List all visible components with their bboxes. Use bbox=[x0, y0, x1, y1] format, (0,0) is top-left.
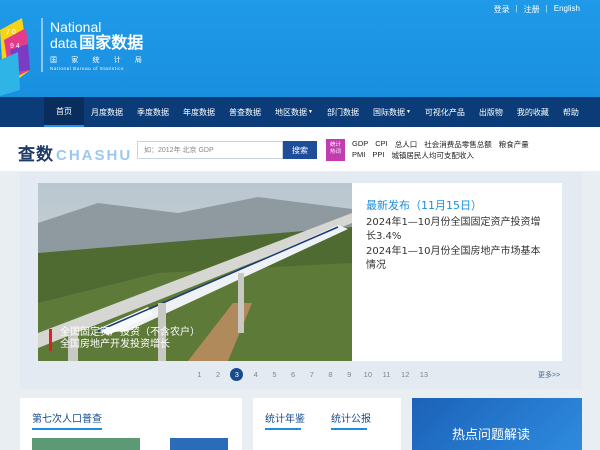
bulletin-title[interactable]: 统计公报 bbox=[331, 410, 371, 425]
english-link[interactable]: English bbox=[554, 4, 580, 15]
census-thumbnail[interactable] bbox=[170, 438, 228, 450]
page-1[interactable]: 1 bbox=[190, 368, 209, 381]
nav-item-census[interactable]: 普查数据 bbox=[222, 97, 268, 127]
page-9[interactable]: 9 bbox=[340, 368, 359, 381]
main-nav: 首页 月度数据 季度数据 年度数据 普查数据 地区数据 ▼ 部门数据 国际数据 ▼ … bbox=[0, 97, 600, 127]
page-8[interactable]: 8 bbox=[321, 368, 340, 381]
separator: | bbox=[515, 4, 518, 13]
nav-item-help[interactable]: 帮助 bbox=[556, 97, 586, 127]
page-5[interactable]: 5 bbox=[265, 368, 284, 381]
page-10[interactable]: 10 bbox=[359, 368, 378, 381]
caret-down-icon: ▼ bbox=[308, 109, 313, 115]
page-4[interactable]: 4 bbox=[246, 368, 265, 381]
yearbook-title[interactable]: 统计年鉴 bbox=[265, 410, 305, 425]
page-3-active[interactable]: 3 bbox=[230, 368, 244, 381]
nav-item-international[interactable]: 国际数据 ▼ bbox=[366, 97, 418, 127]
top-links: 登录 | 注册 | English bbox=[494, 4, 580, 15]
hot-word-link[interactable]: PMI bbox=[352, 150, 365, 161]
news-link[interactable]: 2024年1—10月份全国固定资产投资增长3.4% bbox=[366, 216, 548, 244]
page-6[interactable]: 6 bbox=[284, 368, 303, 381]
page-11[interactable]: 11 bbox=[377, 368, 396, 381]
nav-item-visualization[interactable]: 可视化产品 bbox=[418, 97, 472, 127]
logo-chinese: 国家数据 bbox=[79, 33, 144, 52]
hot-word-link[interactable]: 总人口 bbox=[395, 139, 418, 150]
more-link[interactable]: 更多>> bbox=[538, 370, 560, 380]
search-button[interactable]: 搜索 bbox=[283, 141, 317, 159]
hot-words-row-2: PMI PPI 城镇居民人均可支配收入 bbox=[352, 150, 474, 161]
hot-word-link[interactable]: 城镇居民人均可支配收入 bbox=[391, 150, 474, 161]
yearbook-title-underline bbox=[265, 428, 301, 430]
logo-subtitle-cn: 国 家 统 计 局 bbox=[50, 56, 148, 64]
latest-release-panel: 最新发布（11月15日） 2024年1—10月份全国固定资产投资增长3.4% 2… bbox=[352, 183, 562, 361]
login-link[interactable]: 登录 bbox=[494, 4, 510, 15]
page-13[interactable]: 13 bbox=[415, 368, 434, 381]
caret-down-icon: ▼ bbox=[405, 109, 411, 115]
hot-word-link[interactable]: 粮食产量 bbox=[499, 139, 529, 150]
nav-item-quarterly[interactable]: 季度数据 bbox=[130, 97, 176, 127]
logo-english-national: National bbox=[50, 19, 102, 35]
nav-item-department[interactable]: 部门数据 bbox=[320, 97, 366, 127]
hot-word-link[interactable]: GDP bbox=[352, 139, 368, 150]
hot-word-link[interactable]: PPI bbox=[372, 150, 384, 161]
site-logo[interactable]: National data 国家数据 国 家 统 计 局 National Bur… bbox=[50, 20, 148, 71]
page-7[interactable]: 7 bbox=[302, 368, 321, 381]
hot-topics-title[interactable]: 热点问题解读 bbox=[452, 424, 530, 443]
site-header: 7 0 9 4 National data 国家数据 国 家 统 计 局 Nati… bbox=[0, 0, 600, 97]
bulletin-title-underline bbox=[331, 428, 367, 430]
hot-word-link[interactable]: CPI bbox=[375, 139, 388, 150]
separator: | bbox=[545, 4, 548, 13]
caption-accent-bar bbox=[49, 329, 52, 351]
latest-release-title: 最新发布（11月15日） bbox=[366, 199, 482, 212]
register-link[interactable]: 注册 bbox=[524, 4, 540, 15]
hot-words-badge: 统计 热词 bbox=[326, 139, 345, 161]
page-2[interactable]: 2 bbox=[209, 368, 228, 381]
page-root: 7 0 9 4 National data 国家数据 国 家 统 计 局 Nati… bbox=[0, 0, 600, 450]
carousel-caption[interactable]: 全国固定资产投资（不含农户） 全国房地产开发投资增长 bbox=[60, 327, 200, 351]
chashu-brand: 查数 CHASHU bbox=[18, 145, 133, 165]
nav-item-home[interactable]: 首页 bbox=[44, 97, 84, 127]
hot-word-link[interactable]: 社会消费品零售总额 bbox=[424, 139, 492, 150]
svg-text:7 0: 7 0 bbox=[6, 29, 16, 36]
hot-words-row-1: GDP CPI 总人口 社会消费品零售总额 粮食产量 bbox=[352, 139, 529, 150]
svg-text:9 4: 9 4 bbox=[10, 43, 20, 50]
nav-item-favorites[interactable]: 我的收藏 bbox=[510, 97, 556, 127]
census-thumbnail[interactable] bbox=[32, 438, 140, 450]
logo-english-data: data bbox=[50, 35, 78, 51]
census-title-underline bbox=[32, 428, 102, 430]
news-link[interactable]: 2024年1—10月份全国房地产市场基本情况 bbox=[366, 245, 548, 273]
colorful-logo-graphic: 7 0 9 4 bbox=[0, 18, 43, 96]
logo-subtitle-en: National Bureau of Statistics bbox=[50, 66, 124, 71]
census-title[interactable]: 第七次人口普查 bbox=[32, 410, 102, 425]
carousel-pager: 1 2 3 4 5 6 7 8 9 10 11 12 13 bbox=[190, 368, 433, 381]
nav-item-monthly[interactable]: 月度数据 bbox=[84, 97, 130, 127]
nav-item-annual[interactable]: 年度数据 bbox=[176, 97, 222, 127]
nav-item-regional[interactable]: 地区数据 ▼ bbox=[268, 97, 320, 127]
search-input[interactable]: 如：2012年 北京 GDP bbox=[137, 141, 283, 159]
page-12[interactable]: 12 bbox=[396, 368, 415, 381]
nav-item-publications[interactable]: 出版物 bbox=[472, 97, 510, 127]
